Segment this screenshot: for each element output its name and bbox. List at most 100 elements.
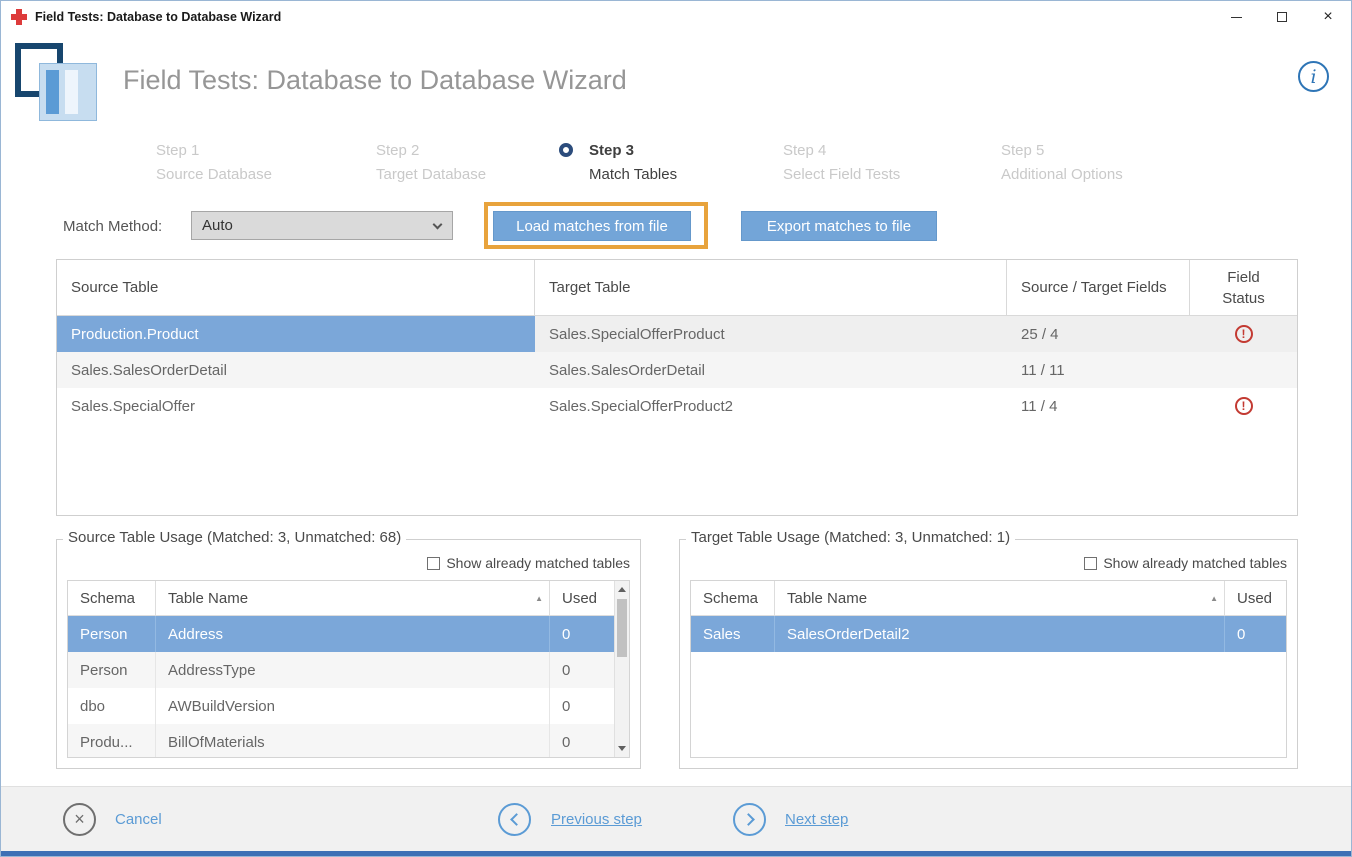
match-method-label: Match Method: [63,218,162,235]
schema-cell: dbo [68,688,156,724]
step-number: Step 3 [589,139,677,163]
step-label: Source Database [156,166,272,183]
previous-step-circle-icon[interactable] [498,803,531,836]
show-matched-checkbox-row: Show already matched tables [427,555,630,571]
column-header-table-name[interactable]: Table Name ▲ [775,581,1225,615]
table-name-cell: Address [156,616,550,652]
close-button[interactable]: × [1305,1,1351,33]
chevron-left-icon [510,813,523,826]
table-name-cell: AddressType [156,652,550,688]
next-step-circle-icon[interactable] [733,803,766,836]
match-method-value: Auto [202,217,233,234]
app-logo-icon [15,43,97,127]
source-usage-table: Schema Table Name ▲ Used Person Address … [67,580,630,758]
match-method-dropdown[interactable]: Auto [191,211,453,240]
step-label: Match Tables [589,166,677,183]
target-usage-title: Target Table Usage (Matched: 3, Unmatche… [686,529,1015,546]
source-usage-title: Source Table Usage (Matched: 3, Unmatche… [63,529,406,546]
grid-header-row: Source Table Target Table Source / Targe… [57,260,1297,316]
step-2-target-database[interactable]: Step 2 Target Database [376,139,486,187]
usage-header-row: Schema Table Name ▲ Used [68,581,629,616]
table-row[interactable]: Produ... BillOfMaterials 0 [68,724,629,758]
chevron-right-icon [742,813,755,826]
step-label: Additional Options [1001,166,1123,183]
table-row[interactable]: Sales.SpecialOffer Sales.SpecialOfferPro… [57,388,1297,424]
step-label: Target Database [376,166,486,183]
column-header-source-table[interactable]: Source Table [57,260,535,315]
chevron-down-icon [433,220,443,230]
load-matches-button[interactable]: Load matches from file [493,211,691,241]
table-name-cell: SalesOrderDetail2 [775,616,1225,652]
target-table-cell: Sales.SpecialOfferProduct [535,316,1007,352]
scrollbar-thumb[interactable] [617,599,627,657]
target-table-cell: Sales.SalesOrderDetail [535,352,1007,388]
table-row[interactable]: Sales.SalesOrderDetail Sales.SalesOrderD… [57,352,1297,388]
checkbox-label: Show already matched tables [446,555,630,571]
column-header-label: Table Name [787,590,867,607]
column-header-schema[interactable]: Schema [691,581,775,615]
step-5-additional-options[interactable]: Step 5 Additional Options [1001,139,1123,187]
cancel-button[interactable]: Cancel [115,811,162,828]
column-header-schema[interactable]: Schema [68,581,156,615]
table-name-cell: AWBuildVersion [156,688,550,724]
column-header-table-name[interactable]: Table Name ▲ [156,581,550,615]
column-header-fields[interactable]: Source / Target Fields [1007,260,1190,315]
field-status-cell: ! [1190,316,1297,352]
sort-ascending-icon[interactable]: ▲ [535,594,543,603]
minimize-button[interactable] [1213,1,1259,33]
window-title: Field Tests: Database to Database Wizard [35,10,281,24]
used-cell: 0 [550,688,616,724]
info-icon[interactable]: i [1298,61,1329,92]
maximize-icon [1277,12,1287,22]
close-icon: × [1323,9,1332,25]
app-icon [11,9,27,25]
table-row[interactable]: Person AddressType 0 [68,652,629,688]
titlebar: Field Tests: Database to Database Wizard… [1,1,1351,33]
bottom-accent-strip [1,851,1351,856]
schema-cell: Sales [691,616,775,652]
next-step-link[interactable]: Next step [785,811,848,828]
show-matched-checkbox[interactable] [1084,557,1097,570]
used-cell: 0 [1225,616,1286,652]
table-name-cell: BillOfMaterials [156,724,550,758]
checkbox-label: Show already matched tables [1103,555,1287,571]
scroll-down-icon[interactable] [618,746,626,751]
vertical-scrollbar[interactable] [614,581,629,757]
target-table-cell: Sales.SpecialOfferProduct2 [535,388,1007,424]
target-usage-table: Schema Table Name ▲ Used Sales SalesOrde… [690,580,1287,758]
column-header-target-table[interactable]: Target Table [535,260,1007,315]
schema-cell: Person [68,652,156,688]
step-3-match-tables[interactable]: Step 3 Match Tables [589,139,677,187]
column-header-used[interactable]: Used [550,581,616,615]
table-row[interactable]: Person Address 0 [68,616,629,652]
table-row[interactable]: dbo AWBuildVersion 0 [68,688,629,724]
column-header-label: Table Name [168,590,248,607]
table-row[interactable]: Production.Product Sales.SpecialOfferPro… [57,316,1297,352]
page-title: Field Tests: Database to Database Wizard [123,65,627,96]
column-header-used[interactable]: Used [1225,581,1286,615]
export-matches-button[interactable]: Export matches to file [741,211,937,241]
show-matched-checkbox[interactable] [427,557,440,570]
field-status-cell: ! [1190,388,1297,424]
step-label: Select Field Tests [783,166,900,183]
source-table-cell: Sales.SalesOrderDetail [57,352,535,388]
column-header-field-status[interactable]: Field Status [1190,260,1297,315]
step-4-select-field-tests[interactable]: Step 4 Select Field Tests [783,139,900,187]
previous-step-link[interactable]: Previous step [551,811,642,828]
step-1-source-database[interactable]: Step 1 Source Database [156,139,272,187]
sort-ascending-icon[interactable]: ▲ [1210,594,1218,603]
used-cell: 0 [550,652,616,688]
maximize-button[interactable] [1259,1,1305,33]
scroll-up-icon[interactable] [618,587,626,592]
error-icon: ! [1235,325,1253,343]
fields-count-cell: 11 / 11 [1007,352,1190,388]
fields-count-cell: 25 / 4 [1007,316,1190,352]
source-table-cell: Sales.SpecialOffer [57,388,535,424]
cancel-circle-icon[interactable]: × [63,803,96,836]
show-matched-checkbox-row: Show already matched tables [1084,555,1287,571]
info-glyph: i [1310,66,1316,88]
table-row[interactable]: Sales SalesOrderDetail2 0 [691,616,1286,652]
error-icon: ! [1235,397,1253,415]
field-status-cell [1190,352,1297,388]
schema-cell: Produ... [68,724,156,758]
